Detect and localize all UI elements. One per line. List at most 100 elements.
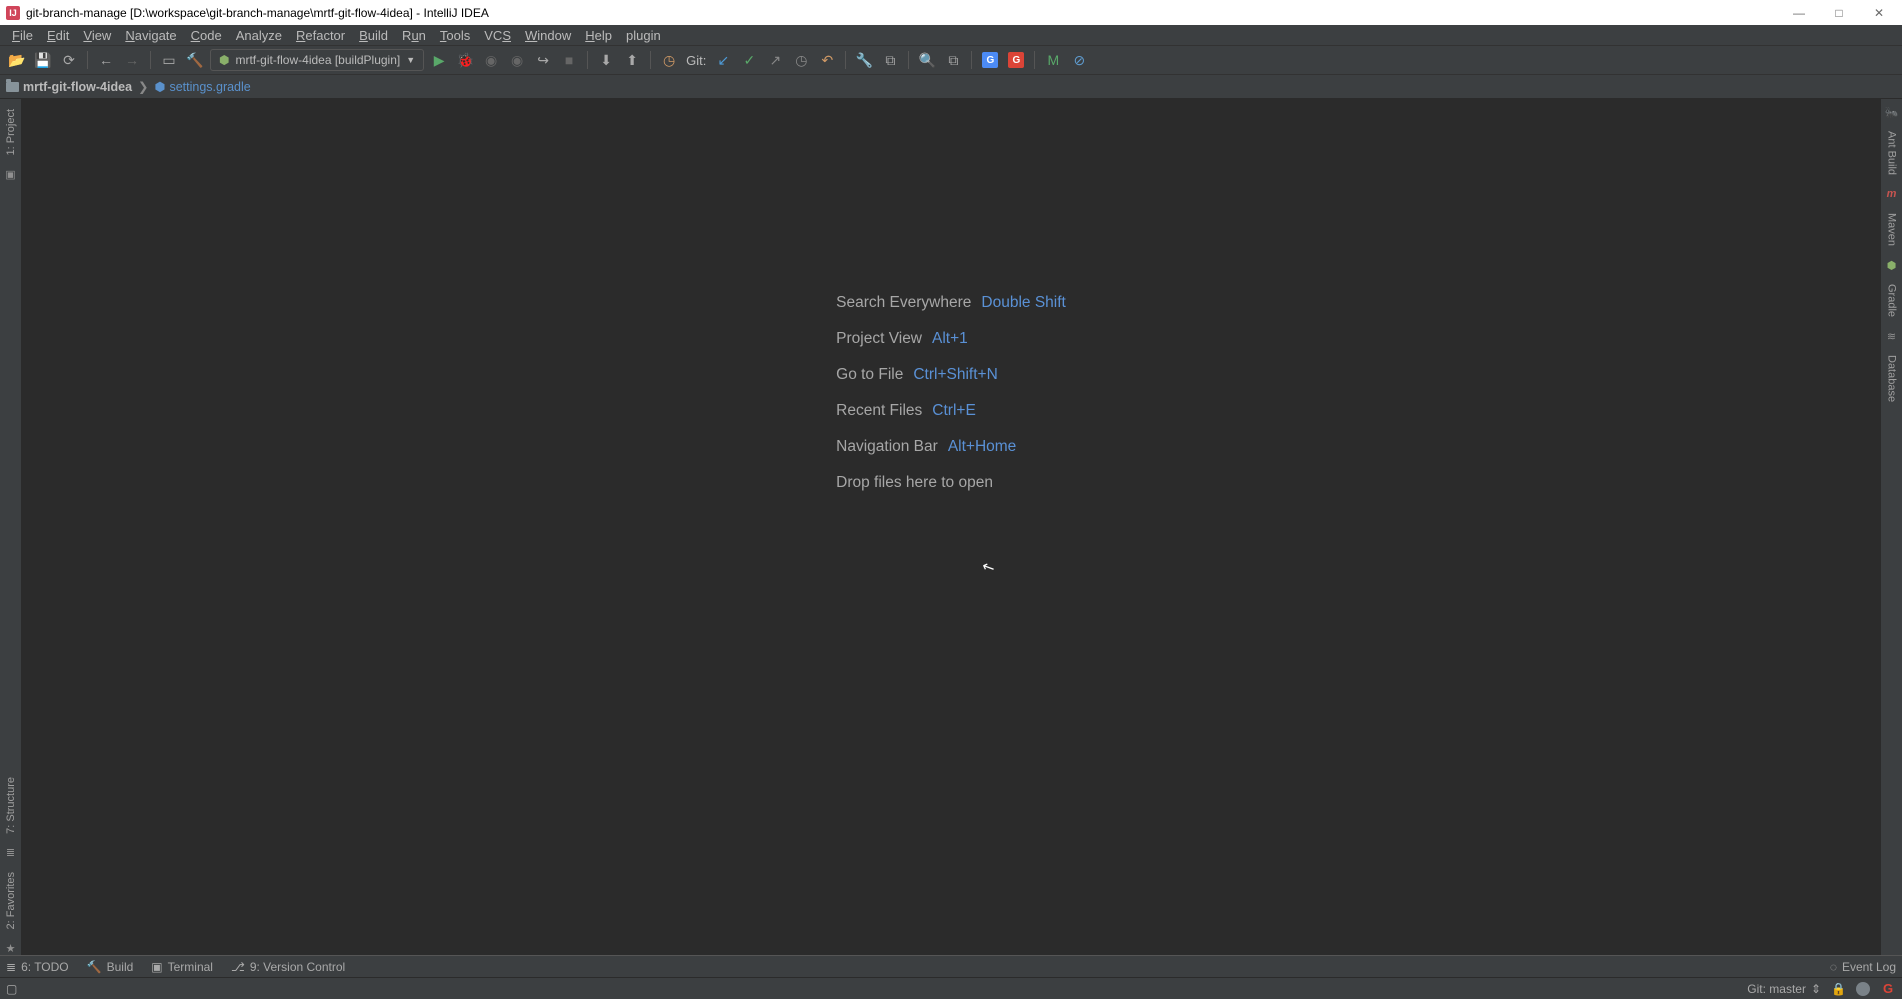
save-icon[interactable]: 💾 <box>32 49 54 71</box>
profile-icon[interactable]: ◉ <box>506 49 528 71</box>
tool-database[interactable]: Database <box>1884 351 1900 406</box>
cancel-circle-icon[interactable]: ⊘ <box>1068 49 1090 71</box>
separator <box>845 51 846 69</box>
vcs-commit-icon[interactable]: ⬆ <box>621 49 643 71</box>
tool-structure[interactable]: 7: Structure <box>3 773 19 838</box>
welcome-recent-label: Recent Files <box>836 402 922 420</box>
google-status-icon[interactable]: G <box>1880 981 1896 997</box>
tool-event-log[interactable]: ◌ Event Log <box>1830 960 1896 974</box>
indicator-dot-icon[interactable] <box>1856 982 1870 996</box>
ant-icon[interactable]: 🐜 <box>1885 105 1899 119</box>
vcs-history-icon[interactable]: ◷ <box>658 49 680 71</box>
welcome-recent-key: Ctrl+E <box>932 402 976 420</box>
git-pull-icon[interactable]: ↙ <box>712 49 734 71</box>
menu-vcs[interactable]: VCS <box>478 28 517 43</box>
folder-icon[interactable]: ▣ <box>4 167 18 181</box>
separator <box>971 51 972 69</box>
navigation-bar[interactable]: mrtf-git-flow-4idea ❯ ⬢ settings.gradle <box>0 75 1902 99</box>
menu-file[interactable]: File <box>6 28 39 43</box>
welcome-project-key: Alt+1 <box>932 330 968 348</box>
menu-bar: File Edit View Navigate Code Analyze Ref… <box>0 25 1902 46</box>
menu-help[interactable]: Help <box>579 28 618 43</box>
gradle-icon: ⬢ <box>219 53 229 67</box>
separator <box>587 51 588 69</box>
close-button[interactable]: ✕ <box>1870 6 1888 20</box>
main-area: 1: Project ▣ 7: Structure ≣ 2: Favorites… <box>0 99 1902 955</box>
status-git-branch[interactable]: Git: master ⇕ <box>1747 982 1821 996</box>
search-icon[interactable]: 🔍 <box>916 49 938 71</box>
maximize-button[interactable]: □ <box>1830 6 1848 20</box>
separator <box>908 51 909 69</box>
welcome-search-label: Search Everywhere <box>836 294 971 312</box>
window-restore-icon[interactable]: ▢ <box>6 982 17 996</box>
tool-project[interactable]: 1: Project <box>3 105 19 159</box>
tool-terminal[interactable]: ▣ Terminal <box>151 960 213 974</box>
breadcrumb-file-label: settings.gradle <box>169 80 250 94</box>
google-icon[interactable]: G <box>1005 49 1027 71</box>
tool-favorites[interactable]: 2: Favorites <box>3 868 19 933</box>
app-icon: IJ <box>6 6 20 20</box>
structure-icon[interactable]: ≣ <box>4 846 18 860</box>
menu-tools[interactable]: Tools <box>434 28 476 43</box>
menu-navigate[interactable]: Navigate <box>119 28 182 43</box>
minimize-button[interactable]: — <box>1790 6 1808 20</box>
git-clock-icon[interactable]: ◷ <box>790 49 812 71</box>
project-structure-icon[interactable]: ⧉ <box>879 49 901 71</box>
sync-icon[interactable]: ⟳ <box>58 49 80 71</box>
tool-todo[interactable]: ≣ 6: TODO <box>6 960 69 974</box>
run-configuration-dropdown[interactable]: ⬢ mrtf-git-flow-4idea [buildPlugin] ▼ <box>210 49 424 71</box>
branch-icon: ⎇ <box>231 960 245 974</box>
attach-icon[interactable]: ↪ <box>532 49 554 71</box>
debug-icon[interactable]: 🐞 <box>454 49 476 71</box>
title-bar: IJ git-branch-manage [D:\workspace\git-b… <box>0 0 1902 25</box>
menu-plugin[interactable]: plugin <box>620 28 667 43</box>
back-icon[interactable]: ← <box>95 49 117 71</box>
set-icon[interactable]: ⧉ <box>942 49 964 71</box>
welcome-gotofile-label: Go to File <box>836 366 903 384</box>
menu-refactor[interactable]: Refactor <box>290 28 351 43</box>
hammer-icon: 🔨 <box>87 960 102 974</box>
toolbar: 📂 💾 ⟳ ← → ▭ 🔨 ⬢ mrtf-git-flow-4idea [bui… <box>0 46 1902 75</box>
separator <box>650 51 651 69</box>
tool-build[interactable]: 🔨 Build <box>87 960 134 974</box>
coverage-icon[interactable]: ◉ <box>480 49 502 71</box>
editor-empty-state[interactable]: Search Everywhere Double Shift Project V… <box>22 99 1880 955</box>
chevron-down-icon: ▼ <box>406 55 415 65</box>
gradle-icon[interactable]: ⬢ <box>1885 258 1899 272</box>
git-revert-icon[interactable]: ↶ <box>816 49 838 71</box>
separator <box>150 51 151 69</box>
tool-maven[interactable]: Maven <box>1884 209 1900 250</box>
cursor-icon: ↖ <box>979 556 998 578</box>
menu-code[interactable]: Code <box>185 28 228 43</box>
tool-version-control[interactable]: ⎇ 9: Version Control <box>231 960 345 974</box>
stop-icon[interactable]: ■ <box>558 49 580 71</box>
vcs-update-icon[interactable]: ⬇ <box>595 49 617 71</box>
run-configuration-label: mrtf-git-flow-4idea [buildPlugin] <box>235 53 400 67</box>
settings-icon[interactable]: 🔧 <box>853 49 875 71</box>
window-title: git-branch-manage [D:\workspace\git-bran… <box>26 6 489 20</box>
menu-window[interactable]: Window <box>519 28 577 43</box>
markdown-icon[interactable]: M <box>1042 49 1064 71</box>
welcome-navbar-key: Alt+Home <box>948 438 1017 456</box>
git-commit-check-icon[interactable]: ✓ <box>738 49 760 71</box>
maven-icon[interactable]: m <box>1885 187 1899 201</box>
tool-antbuild[interactable]: Ant Build <box>1884 127 1900 179</box>
menu-run[interactable]: Run <box>396 28 432 43</box>
google-translate-icon[interactable]: G <box>979 49 1001 71</box>
breadcrumb-file[interactable]: ⬢ settings.gradle <box>155 79 251 94</box>
star-icon[interactable]: ★ <box>4 941 18 955</box>
tool-gradle[interactable]: Gradle <box>1884 280 1900 321</box>
menu-build[interactable]: Build <box>353 28 394 43</box>
database-icon[interactable]: ≋ <box>1885 329 1899 343</box>
hammer-build-icon[interactable]: 🔨 <box>184 49 206 71</box>
open-icon[interactable]: 📂 <box>6 49 28 71</box>
menu-view[interactable]: View <box>77 28 117 43</box>
run-icon[interactable]: ▶ <box>428 49 450 71</box>
git-push-icon[interactable]: ↗ <box>764 49 786 71</box>
breadcrumb-project[interactable]: mrtf-git-flow-4idea <box>6 80 132 94</box>
lock-icon[interactable]: 🔒 <box>1831 982 1846 996</box>
menu-edit[interactable]: Edit <box>41 28 75 43</box>
forward-icon[interactable]: → <box>121 49 143 71</box>
menu-analyze[interactable]: Analyze <box>230 28 288 43</box>
select-config-icon[interactable]: ▭ <box>158 49 180 71</box>
